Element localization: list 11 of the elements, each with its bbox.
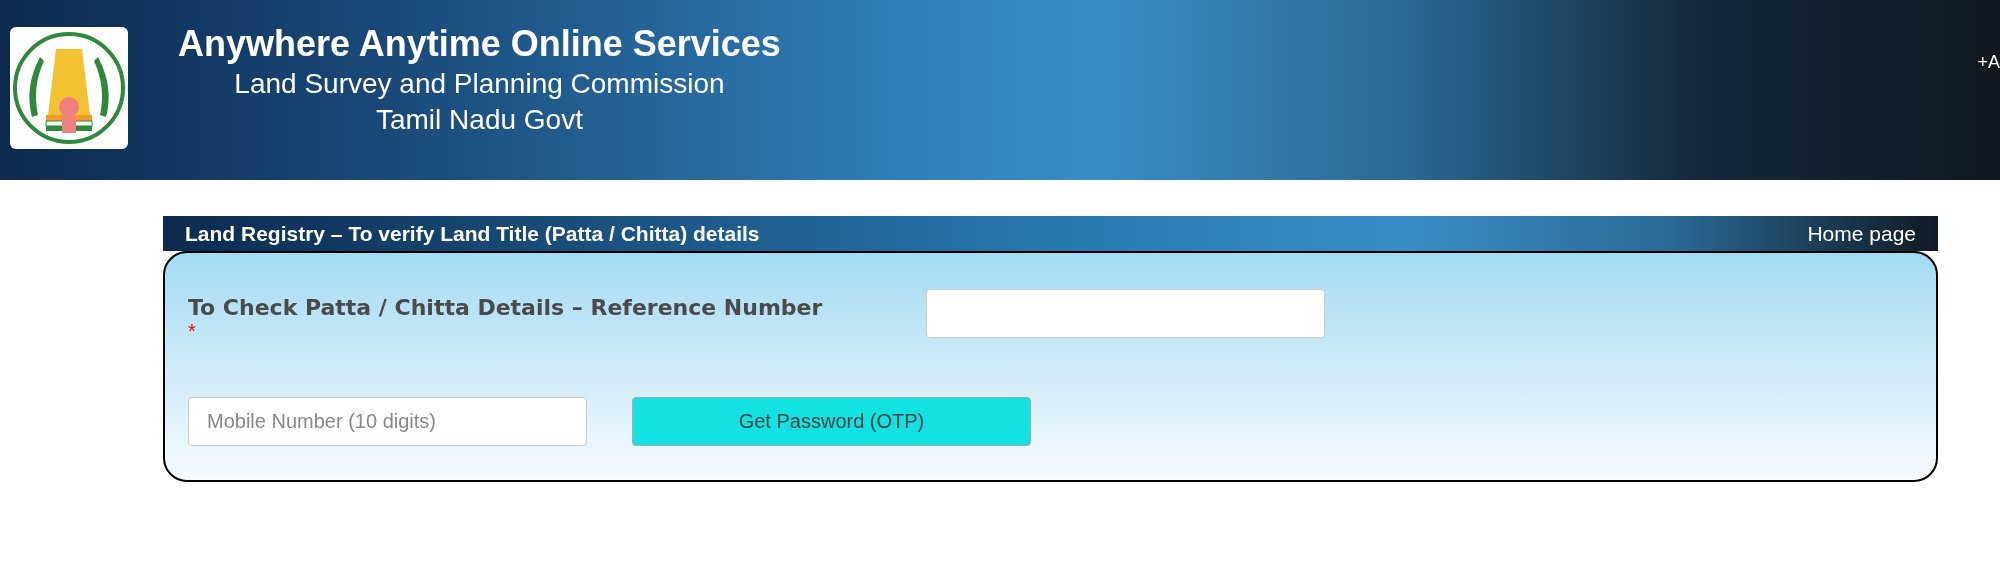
font-size-link[interactable]: +A: [1977, 52, 2000, 73]
mobile-number-field[interactable]: Mobile Number (10 digits): [188, 397, 587, 446]
reference-number-field[interactable]: [926, 289, 1325, 338]
panel-title: Land Registry – To verify Land Title (Patta / Chitta) details: [185, 221, 760, 246]
site-title: Anywhere Anytime Online Services: [178, 22, 781, 66]
required-mark: *: [188, 320, 196, 343]
get-otp-button[interactable]: Get Password (OTP): [632, 397, 1031, 446]
site-subtitle: Land Survey and Planning Commission: [234, 67, 725, 101]
reference-number-label: To Check Patta / Chitta Details – Reference Number: [188, 295, 824, 320]
home-page-link[interactable]: Home page: [1807, 221, 1916, 246]
government-name: Tamil Nadu Govt: [375, 103, 583, 137]
